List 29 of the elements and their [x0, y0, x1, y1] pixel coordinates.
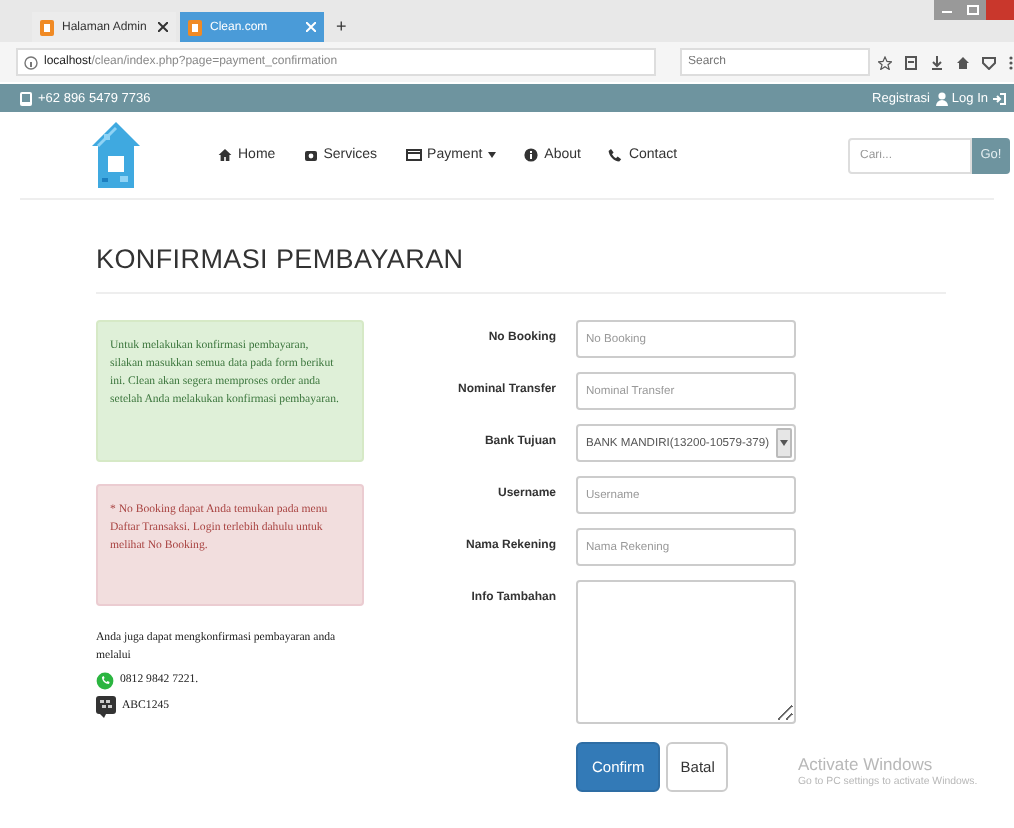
user-icon: [935, 91, 948, 105]
shield-icon: [982, 55, 996, 69]
text-area[interactable]: [576, 580, 796, 724]
phone-icon: [20, 91, 32, 105]
phone-icon: [608, 148, 623, 162]
clipboard-icon: [904, 55, 918, 69]
favicon-icon: [188, 19, 202, 35]
home-icon: [956, 55, 970, 69]
caret-icon: [780, 440, 788, 446]
login-icon: [992, 91, 1006, 105]
favicon-icon: [40, 19, 54, 35]
card-icon: [405, 148, 422, 162]
close-icon: [158, 22, 168, 32]
activation-notice-title: Activate Windows: [798, 754, 935, 776]
page-title: KONFIRMASI PEMBAYARAN: [96, 200, 946, 294]
house-logo: [90, 119, 142, 191]
camera-icon: [303, 148, 318, 162]
caret-icon: [488, 152, 497, 158]
messenger-icon: [96, 695, 116, 718]
home-icon: [218, 148, 232, 162]
window-controls-icon: [934, 0, 1014, 20]
info-icon: [24, 55, 38, 69]
download-icon: [930, 55, 944, 69]
star-icon: [878, 55, 892, 69]
menu-icon: [1008, 55, 1014, 69]
new-tab-button[interactable]: +: [336, 7, 347, 35]
chat-icon: [96, 671, 114, 690]
close-icon: [306, 22, 316, 32]
info-icon: [524, 148, 539, 162]
